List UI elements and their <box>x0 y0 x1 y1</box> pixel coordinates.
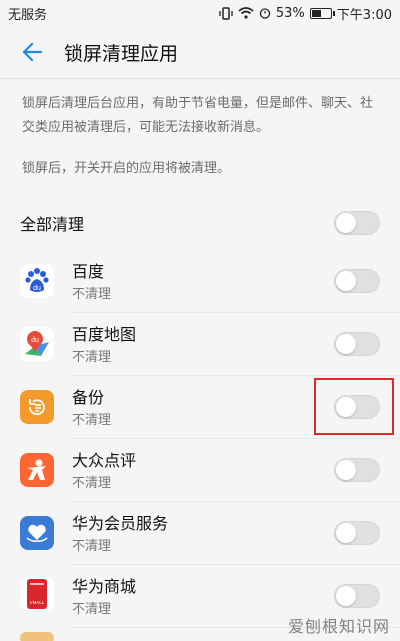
app-status: 不清理 <box>72 602 112 617</box>
svg-text:du: du <box>31 337 39 344</box>
app-status: 不清理 <box>72 413 112 428</box>
clock: 下午3:00 <box>336 7 392 23</box>
app-row-baidu[interactable]: du 百度 不清理 <box>0 250 400 312</box>
baidu-paw-icon: du <box>20 264 54 298</box>
dianping-icon <box>20 453 54 487</box>
backup-icon <box>20 390 54 424</box>
app-text: 百度地图 不清理 <box>72 325 136 368</box>
status-bar: 无服务 53% 下午3:00 <box>0 0 400 26</box>
highlight-box <box>314 378 394 435</box>
status-right: 53% 下午3:00 <box>219 4 392 23</box>
next-app-icon <box>20 632 54 641</box>
app-toggle-vmall[interactable] <box>334 584 380 608</box>
toggle-knob <box>336 213 356 233</box>
app-toggle-baidu[interactable] <box>334 269 380 293</box>
description-note: 锁屏后，开关开启的应用将被清理。 <box>22 161 231 176</box>
app-status: 不清理 <box>72 539 112 554</box>
app-status: 不清理 <box>72 287 112 302</box>
toggle-knob <box>336 586 356 606</box>
app-text: 备份 不清理 <box>72 388 111 431</box>
app-row-baidu-map[interactable]: du 百度地图 不清理 <box>0 313 400 375</box>
app-row-dianping[interactable]: 大众点评 不清理 <box>0 439 400 501</box>
all-clean-label: 全部清理 <box>20 215 85 234</box>
watermark-text: 爱刨根知识网 <box>287 617 390 636</box>
huawei-member-icon <box>20 516 54 550</box>
header-divider <box>0 78 400 79</box>
app-name: 百度 <box>72 262 105 281</box>
title-bar: 锁屏清理应用 <box>0 26 400 78</box>
app-status: 不清理 <box>72 476 112 491</box>
all-clean-row[interactable]: 全部清理 <box>0 206 400 240</box>
app-name: 备份 <box>72 388 105 407</box>
toggle-knob <box>336 334 356 354</box>
vmall-icon: VMALL <box>20 577 54 611</box>
app-name: 百度地图 <box>72 325 137 344</box>
app-text: 华为会员服务 不清理 <box>72 514 168 557</box>
app-text: 百度 不清理 <box>72 262 111 305</box>
battery-icon <box>309 7 335 19</box>
svg-text:VMALL: VMALL <box>30 600 45 605</box>
toggle-knob <box>336 523 356 543</box>
back-arrow-icon <box>22 42 43 62</box>
back-button[interactable] <box>20 40 44 64</box>
description-text: 锁屏后清理后台应用，有助于节省电量，但是邮件、聊天、社交类应用被清理后，可能无法… <box>22 96 374 135</box>
page-title: 锁屏清理应用 <box>64 42 179 65</box>
all-clean-toggle[interactable] <box>334 211 380 235</box>
baidu-map-icon: du <box>20 327 54 361</box>
app-toggle-dianping[interactable] <box>334 458 380 482</box>
app-row-huawei-member[interactable]: 华为会员服务 不清理 <box>0 502 400 564</box>
alarm-icon <box>259 8 271 19</box>
app-name: 华为会员服务 <box>72 514 169 533</box>
toggle-knob <box>336 460 356 480</box>
toggle-knob <box>336 271 356 291</box>
carrier-text: 无服务 <box>8 7 48 23</box>
battery-percent: 53% <box>275 5 305 21</box>
vibrate-icon <box>219 6 233 20</box>
app-status: 不清理 <box>72 350 112 365</box>
app-text: 华为商城 不清理 <box>72 577 136 620</box>
app-name: 华为商城 <box>72 577 137 596</box>
app-name: 大众点评 <box>72 451 137 470</box>
wifi-icon <box>238 7 254 19</box>
app-toggle-baidu-map[interactable] <box>334 332 380 356</box>
svg-text:du: du <box>33 285 41 292</box>
app-toggle-huawei-member[interactable] <box>334 521 380 545</box>
app-text: 大众点评 不清理 <box>72 451 136 494</box>
